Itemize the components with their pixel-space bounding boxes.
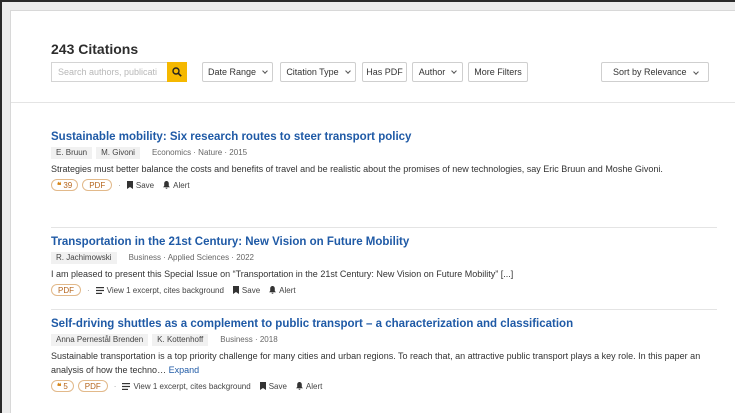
search-input[interactable] xyxy=(51,62,167,82)
result-title-link[interactable]: Transportation in the 21st Century: New … xyxy=(51,236,711,248)
result-actions: PDF · View 1 excerpt, cites background S… xyxy=(51,284,711,296)
date-range-filter[interactable]: Date Range xyxy=(202,62,273,82)
save-label: Save xyxy=(241,285,261,295)
bell-icon xyxy=(163,181,171,189)
window-frame: 243 Citations Date Range C xyxy=(0,0,735,413)
result-abstract: Strategies must better balance the costs… xyxy=(51,164,663,174)
venue-info: Business · Applied Sciences · 2022 xyxy=(128,253,254,262)
result-title-link[interactable]: Sustainable mobility: Six research route… xyxy=(51,131,711,143)
author-link[interactable]: K. Kottenhoff xyxy=(152,333,209,346)
list-item: Transportation in the 21st Century: New … xyxy=(51,236,711,296)
pdf-badge[interactable]: PDF xyxy=(51,284,81,296)
result-title-link[interactable]: Self-driving shuttles as a complement to… xyxy=(51,318,711,330)
citation-count: 5 xyxy=(63,381,68,391)
more-filters-button[interactable]: More Filters xyxy=(468,62,528,82)
quote-icon: ❝ xyxy=(57,180,62,190)
pdf-badge[interactable]: PDF xyxy=(77,380,108,392)
search-button[interactable] xyxy=(167,62,187,82)
citations-panel: 243 Citations Date Range C xyxy=(10,10,735,413)
result-abstract: Sustainable transportation is a top prio… xyxy=(51,349,711,377)
chevron-down-icon xyxy=(451,68,458,74)
citation-type-label: Citation Type xyxy=(286,67,339,77)
result-meta: R. Jachimowski Business · Applied Scienc… xyxy=(51,251,711,264)
has-pdf-label: Has PDF xyxy=(366,67,403,77)
excerpt-label: View 1 excerpt, cites background xyxy=(106,285,224,295)
bookmark-icon xyxy=(259,382,266,390)
search-box xyxy=(51,62,187,82)
list-item: Self-driving shuttles as a complement to… xyxy=(51,318,711,392)
divider xyxy=(51,309,717,310)
chevron-down-icon xyxy=(344,68,351,74)
separator: · xyxy=(87,285,90,295)
author-filter[interactable]: Author xyxy=(412,62,463,82)
author-link[interactable]: E. Bruun xyxy=(51,146,93,159)
sort-select[interactable]: Sort by Relevance xyxy=(601,62,709,82)
save-label: Save xyxy=(268,381,287,391)
result-meta: Anna Pernestål Brenden K. Kottenhoff Bus… xyxy=(51,333,711,346)
alert-label: Alert xyxy=(173,180,190,190)
page-title: 243 Citations xyxy=(51,41,139,57)
quote-icon: ❝ xyxy=(57,381,62,391)
date-range-label: Date Range xyxy=(207,67,257,77)
result-actions: ❝ 5 PDF · View 1 excerpt, cites backgrou… xyxy=(51,380,711,392)
citation-count: 39 xyxy=(63,180,73,190)
alert-button[interactable]: Alert xyxy=(295,381,323,391)
view-excerpt-button[interactable]: View 1 excerpt, cites background xyxy=(95,285,224,295)
pdf-badge[interactable]: PDF xyxy=(82,179,113,191)
list-icon xyxy=(95,286,104,294)
expand-link[interactable]: Expand xyxy=(169,365,200,375)
list-item: Sustainable mobility: Six research route… xyxy=(51,131,711,191)
alert-label: Alert xyxy=(305,381,323,391)
save-label: Save xyxy=(135,180,155,190)
citations-header: 243 Citations Date Range C xyxy=(11,11,735,103)
bell-icon xyxy=(269,286,277,294)
chevron-down-icon xyxy=(693,69,699,75)
result-actions: ❝ 39 PDF · Save Alert xyxy=(51,179,711,191)
author-link[interactable]: R. Jachimowski xyxy=(51,251,117,264)
separator: · xyxy=(113,381,117,391)
sort-label: Sort by Relevance xyxy=(613,67,687,77)
excerpt-label: View 1 excerpt, cites background xyxy=(133,381,251,391)
view-excerpt-button[interactable]: View 1 excerpt, cites background xyxy=(122,381,251,391)
result-abstract: I am pleased to present this Special Iss… xyxy=(51,269,514,279)
search-icon xyxy=(172,67,182,77)
citation-count-badge[interactable]: ❝ 5 xyxy=(51,380,74,392)
author-link[interactable]: Anna Pernestål Brenden xyxy=(51,333,149,346)
author-link[interactable]: M. Givoni xyxy=(96,146,140,159)
save-button[interactable]: Save xyxy=(232,285,261,295)
list-icon xyxy=(122,382,131,390)
venue-info: Economics · Nature · 2015 xyxy=(151,148,248,157)
divider xyxy=(51,227,717,228)
save-button[interactable]: Save xyxy=(126,180,155,190)
bell-icon xyxy=(295,382,303,390)
bookmark-icon xyxy=(232,286,239,294)
chevron-down-icon xyxy=(262,68,268,74)
alert-button[interactable]: Alert xyxy=(163,180,190,190)
alert-label: Alert xyxy=(279,285,296,295)
bookmark-icon xyxy=(126,181,133,189)
save-button[interactable]: Save xyxy=(259,381,287,391)
author-label: Author xyxy=(418,67,446,77)
abstract-text: Sustainable transportation is a top prio… xyxy=(51,351,701,375)
more-filters-label: More Filters xyxy=(474,67,522,77)
has-pdf-filter[interactable]: Has PDF xyxy=(362,62,407,82)
result-meta: E. Bruun M. Givoni Economics · Nature · … xyxy=(51,146,711,159)
citation-type-filter[interactable]: Citation Type xyxy=(280,62,356,82)
alert-button[interactable]: Alert xyxy=(269,285,296,295)
separator: · xyxy=(118,180,121,190)
venue-info: Business · 2018 xyxy=(220,335,278,344)
citation-count-badge[interactable]: ❝ 39 xyxy=(51,179,79,191)
